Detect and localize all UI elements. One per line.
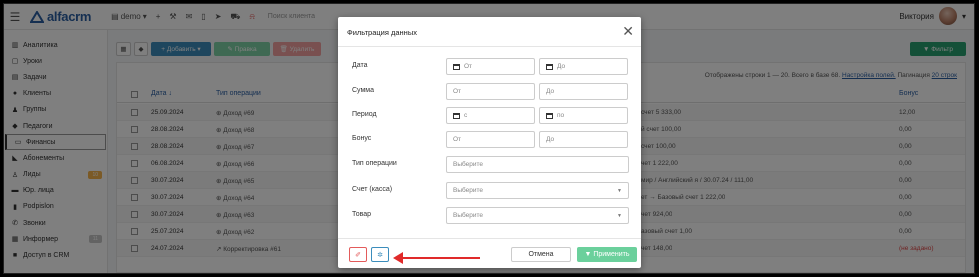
filter-label: Товар — [352, 211, 372, 218]
clear-filter-button[interactable]: ✐ — [349, 247, 367, 262]
calendar-icon — [546, 63, 553, 70]
annotation-arrow-icon — [393, 252, 480, 264]
save-filter-button[interactable]: ✲ — [371, 247, 389, 262]
filter-label: Период — [352, 111, 377, 118]
filter-label: Сумма — [352, 87, 374, 94]
eraser-icon: ✐ — [355, 251, 361, 259]
filter-from-input[interactable]: От — [446, 83, 535, 100]
input-placeholder: От — [453, 136, 462, 143]
select-placeholder: Выберите — [453, 212, 484, 219]
input-placeholder: От — [464, 63, 473, 70]
apply-button[interactable]: ▼ Применить — [577, 247, 637, 262]
calendar-icon — [453, 63, 460, 70]
input-placeholder: До — [557, 63, 566, 70]
filter-select[interactable]: Выберите — [446, 156, 629, 173]
input-placeholder: с — [464, 112, 468, 119]
gear-icon: ✲ — [377, 251, 383, 259]
filter-to-input[interactable]: До — [539, 131, 628, 148]
dialog-header: Фильтрация данных ✕ — [338, 17, 641, 47]
dialog-title: Фильтрация данных — [347, 28, 417, 37]
input-placeholder: До — [546, 136, 555, 143]
filter-dialog: Фильтрация данных ✕ Дата От До Сумма От До Пер… — [338, 17, 641, 268]
close-icon[interactable]: ✕ — [622, 23, 634, 40]
filter-label: Бонус — [352, 135, 372, 142]
filter-label: Тип операции — [352, 160, 397, 167]
app-window: ☰ alfacrm ▤demo▾ + ⚒ ✉ ▯ ➤ ⛟ ⍾ Поиск кли… — [3, 3, 975, 274]
filter-select[interactable]: Выберите ▼ — [446, 182, 629, 199]
select-placeholder: Выберите — [453, 161, 484, 168]
input-placeholder: До — [546, 88, 555, 95]
chevron-down-icon: ▼ — [617, 188, 622, 194]
filter-label: Дата — [352, 62, 368, 69]
filter-from-input[interactable]: От — [446, 131, 535, 148]
filter-label: Счет (касса) — [352, 186, 393, 193]
filter-to-input[interactable]: по — [539, 107, 628, 124]
filter-from-input[interactable]: с — [446, 107, 535, 124]
cancel-button[interactable]: Отмена — [511, 247, 571, 262]
filter-from-input[interactable]: От — [446, 58, 535, 75]
select-placeholder: Выберите — [453, 187, 484, 194]
calendar-icon — [453, 112, 460, 119]
chevron-down-icon: ▼ — [617, 213, 622, 219]
filter-to-input[interactable]: До — [539, 58, 628, 75]
input-placeholder: От — [453, 88, 462, 95]
calendar-icon — [546, 112, 553, 119]
filter-select[interactable]: Выберите ▼ — [446, 207, 629, 224]
input-placeholder: по — [557, 112, 565, 119]
dialog-footer: ✐ ✲ Отмена ▼ Применить — [338, 238, 641, 268]
filter-to-input[interactable]: До — [539, 83, 628, 100]
